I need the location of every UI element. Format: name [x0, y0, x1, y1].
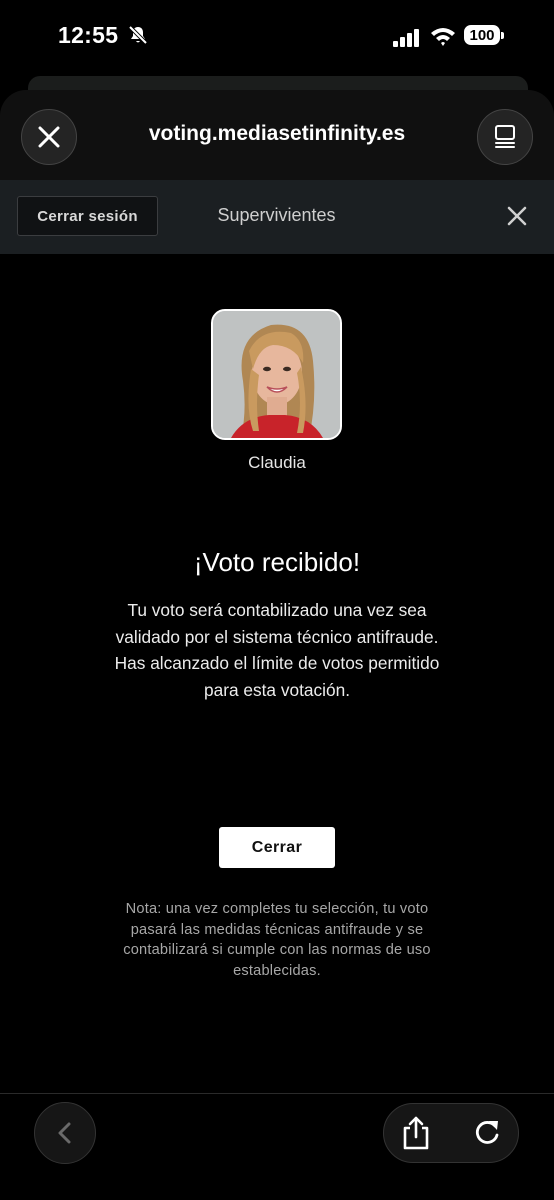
note-line: pasará las medidas técnicas antifraude y… [130, 921, 424, 938]
browser-url[interactable]: voting.mediasetinfinity.es [80, 122, 474, 146]
bell-slash-icon [127, 24, 149, 46]
tabs-icon [495, 125, 515, 148]
site-title: Supervivientes [217, 205, 336, 225]
reload-button[interactable] [471, 1117, 503, 1149]
antifraud-note: Nota: una vez completes tu selección, tu… [82, 899, 472, 981]
battery-tip [501, 32, 504, 39]
browser-tabs-button[interactable] [477, 109, 533, 165]
message-line: para esta votación. [203, 679, 351, 700]
back-button[interactable] [34, 1102, 96, 1164]
wifi-icon [430, 26, 456, 46]
site-close-button[interactable] [503, 202, 531, 230]
share-button[interactable] [400, 1115, 432, 1151]
confirmation-message: Tu voto será contabilizado una vez sea v… [62, 597, 492, 703]
message-line: validado por el sistema técnico antifrau… [115, 626, 439, 647]
back-icon [58, 1122, 71, 1144]
candidate-photo [211, 309, 342, 440]
note-line: contabilizará si cumple con las normas d… [123, 942, 431, 958]
note-line: establecidas. [233, 962, 321, 979]
message-line: Has alcanzado el límite de votos permiti… [114, 653, 440, 674]
close-button[interactable]: Cerrar [219, 827, 335, 868]
candidate-name: Claudia [248, 453, 306, 472]
message-line: Tu voto será contabilizado una vez sea [127, 600, 427, 620]
note-line: Nota: una vez completes tu selección, tu… [125, 901, 429, 917]
confirmation-title: ¡Voto recibido! [193, 547, 361, 577]
status-bar: 12:55 100 [0, 0, 554, 72]
reload-icon [475, 1121, 499, 1144]
status-time: 12:55 [58, 22, 119, 48]
logout-button[interactable]: Cerrar sesión [17, 196, 158, 236]
close-icon [38, 126, 60, 148]
signal-icon [393, 29, 420, 47]
battery-icon: 100 [464, 25, 506, 47]
close-icon [507, 206, 527, 226]
share-icon [403, 1116, 429, 1150]
battery-level: 100 [464, 25, 500, 45]
browser-close-button[interactable] [21, 109, 77, 165]
